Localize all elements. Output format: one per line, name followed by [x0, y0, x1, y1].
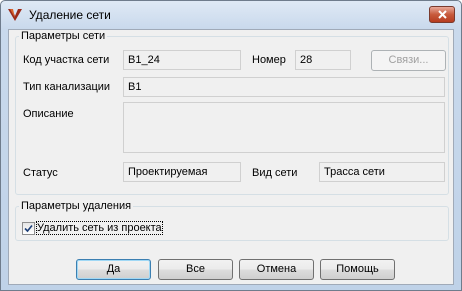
delete-network-label[interactable]: Удалить сеть из проекта — [36, 221, 163, 235]
sewer-type-label: Тип канализации — [23, 81, 111, 93]
yes-button[interactable]: Да — [76, 259, 151, 280]
window-title: Удаление сети — [29, 8, 111, 22]
sewer-type-field[interactable]: B1 — [123, 77, 445, 97]
title-bar[interactable]: Удаление сети — [1, 1, 461, 29]
links-button[interactable]: Связи... — [371, 50, 446, 71]
checkmark-icon — [24, 224, 33, 233]
section-code-field[interactable]: B1_24 — [123, 50, 241, 70]
help-button[interactable]: Помощь — [320, 259, 395, 280]
network-type-label: Вид сети — [252, 167, 298, 179]
close-button[interactable] — [429, 6, 455, 23]
delete-network-checkbox[interactable] — [22, 222, 35, 235]
all-button[interactable]: Все — [158, 259, 233, 280]
close-icon — [438, 10, 447, 19]
dialog-body: Параметры сети Код участка сети B1_24 Но… — [8, 29, 454, 285]
cancel-button[interactable]: Отмена — [239, 259, 314, 280]
dialog-window: Удаление сети Параметры сети Код участка… — [0, 0, 462, 291]
number-field[interactable]: 28 — [295, 50, 351, 70]
section-code-label: Код участка сети — [23, 54, 110, 66]
number-label: Номер — [252, 54, 286, 66]
status-label: Статус — [23, 167, 58, 179]
app-logo-icon — [7, 7, 23, 23]
delete-params-legend: Параметры удаления — [19, 200, 134, 212]
description-label: Описание — [23, 108, 74, 120]
description-field[interactable] — [123, 102, 445, 153]
network-params-legend: Параметры сети — [19, 30, 108, 42]
network-type-field[interactable]: Трасса сети — [319, 162, 445, 182]
status-field[interactable]: Проектируемая — [123, 162, 241, 182]
